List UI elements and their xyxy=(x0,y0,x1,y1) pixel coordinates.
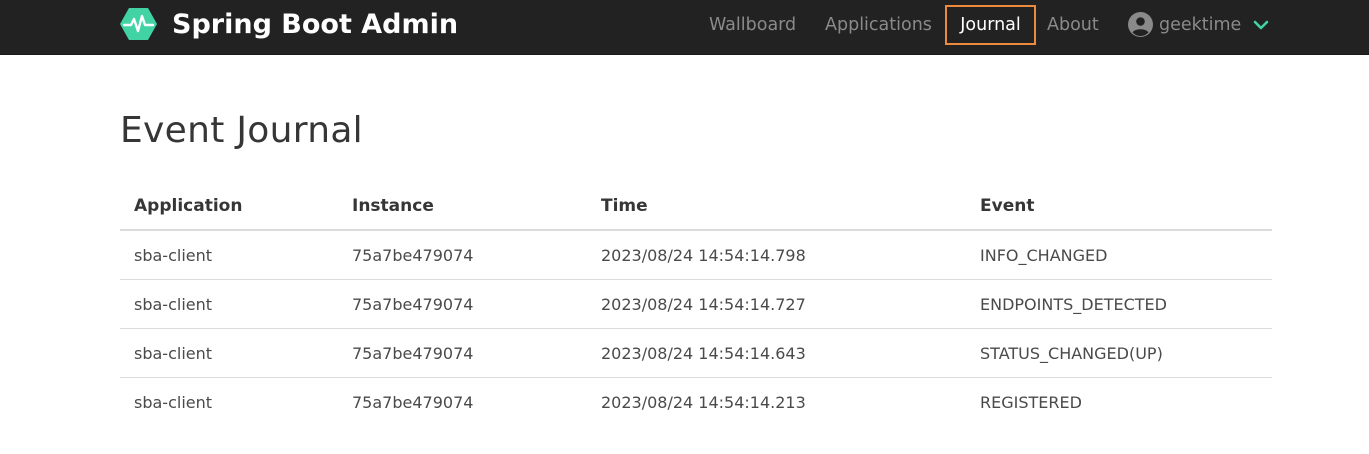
cell-event: INFO_CHANGED xyxy=(966,230,1272,280)
cell-time: 2023/08/24 14:54:14.798 xyxy=(587,230,966,280)
cell-instance: 75a7be479074 xyxy=(352,392,474,412)
user-circle-icon xyxy=(1128,12,1153,37)
column-header-instance: Instance xyxy=(338,183,587,231)
cell-event: REGISTERED xyxy=(980,392,1082,412)
nav-item-journal[interactable]: Journal xyxy=(945,5,1036,45)
column-header-event: Event xyxy=(966,183,1272,231)
column-header-application: Application xyxy=(120,183,338,231)
cell-time: 2023/08/24 14:54:14.213 xyxy=(601,392,806,412)
cell-application: sba-client xyxy=(120,279,338,329)
cell-application: sba-client xyxy=(120,328,338,378)
cell-event: ENDPOINTS_DETECTED xyxy=(966,279,1272,329)
cell-instance: 75a7be479074 xyxy=(338,328,587,378)
event-journal-table: Application Instance Time Event sba-clie… xyxy=(120,183,1272,426)
brand-link[interactable]: Spring Boot Admin xyxy=(120,0,458,48)
chevron-down-icon xyxy=(1254,20,1269,29)
cell-time: 2023/08/24 14:54:14.643 xyxy=(587,328,966,378)
column-header-time: Time xyxy=(587,183,966,231)
user-menu[interactable]: geektime xyxy=(1128,5,1269,44)
heartbeat-hexagon-icon xyxy=(120,8,157,40)
nav-item-about[interactable]: About xyxy=(1047,5,1099,44)
nav-item-applications[interactable]: Applications xyxy=(825,5,932,44)
cell-application: sba-client xyxy=(120,230,338,280)
table-header-row: Application Instance Time Event xyxy=(120,183,1272,231)
table-row: sba-client 75a7be479074 2023/08/24 14:54… xyxy=(120,230,1272,280)
page-title: Event Journal xyxy=(120,110,363,151)
cell-time: 2023/08/24 14:54:14.727 xyxy=(587,279,966,329)
cell-instance: 75a7be479074 xyxy=(338,279,587,329)
table-row: sba-client 75a7be479074 2023/08/24 14:54… xyxy=(120,328,1272,378)
cell-application: sba-client xyxy=(134,392,213,412)
cell-instance: 75a7be479074 xyxy=(338,230,587,280)
cell-event: STATUS_CHANGED(UP) xyxy=(966,328,1272,378)
nav-item-wallboard[interactable]: Wallboard xyxy=(709,5,796,44)
user-name: geektime xyxy=(1159,14,1242,35)
table-row: sba-client 75a7be479074 2023/08/24 14:54… xyxy=(120,378,1272,427)
table-row: sba-client 75a7be479074 2023/08/24 14:54… xyxy=(120,279,1272,329)
brand-title: Spring Boot Admin xyxy=(172,8,459,40)
top-navbar: Spring Boot Admin Wallboard Applications… xyxy=(0,0,1369,55)
